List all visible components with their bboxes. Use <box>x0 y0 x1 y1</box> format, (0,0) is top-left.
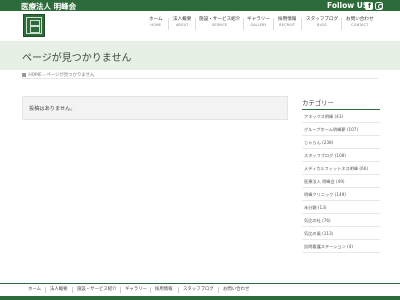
top-bar: 医療法人 明峰会 Follow US! f <box>0 0 400 11</box>
footer-link-about[interactable]: 法人概要 <box>50 286 68 292</box>
nav-label: ホーム <box>149 17 163 22</box>
nav-label: 採用情報 <box>278 17 297 22</box>
site-header: ホーム HOME 法人概要 ABOUT 施設・サービス紹介 SERVICE ギャ… <box>0 11 400 41</box>
notice-text: 投稿はありません。 <box>29 106 76 112</box>
nav-sublabel: ABOUT <box>175 23 189 27</box>
divider <box>302 200 380 201</box>
divider <box>302 135 380 136</box>
divider <box>302 122 380 123</box>
divider <box>302 174 380 175</box>
divider <box>22 78 378 79</box>
no-posts-notice: 投稿はありません。 <box>22 96 288 120</box>
nav-item-recruit[interactable]: 採用情報 RECRUIT <box>278 16 296 28</box>
page-title: ページが見つかりません <box>22 53 132 64</box>
category-link[interactable]: 訪問看護ステーション (4) <box>304 244 353 250</box>
footer-divider <box>45 287 46 293</box>
category-link[interactable]: 気比の風 (113) <box>304 231 333 237</box>
divider <box>302 148 380 149</box>
footer-bottom-band <box>0 296 400 300</box>
nav-divider <box>195 18 196 30</box>
category-link[interactable]: 明峰クリニック (149) <box>304 192 346 198</box>
page-title-bar: ページが見つかりません <box>0 41 400 70</box>
divider <box>302 213 380 214</box>
category-link[interactable]: アネックス明峰 (43) <box>304 114 343 120</box>
site-logo[interactable] <box>23 14 45 37</box>
divider <box>302 239 380 240</box>
footer-divider <box>218 287 219 293</box>
nav-label: スタッフブログ <box>306 17 339 22</box>
category-link[interactable]: じゃらん (238) <box>304 140 333 146</box>
category-link[interactable]: メディカルフィットネス明峰 (66) <box>304 166 368 172</box>
nav-label: お問い合わせ <box>346 17 374 22</box>
nav-divider <box>273 18 274 30</box>
nav-sublabel: SERVICE <box>212 23 228 27</box>
footer-divider <box>120 287 121 293</box>
footer-divider <box>72 287 73 293</box>
footer-nav: ホーム 法人概要 施設・サービス紹介 ギャラリー 採用情報 スタッフブログ お問… <box>0 284 400 294</box>
facebook-icon[interactable]: f <box>365 1 373 10</box>
nav-divider <box>243 18 244 30</box>
nav-sublabel: HOME <box>150 23 162 27</box>
nav-item-contact[interactable]: お問い合わせ CONTACT <box>346 16 374 28</box>
nav-sublabel: CONTACT <box>351 23 369 27</box>
divider <box>302 226 380 227</box>
nav-item-gallery[interactable]: ギャラリー GALLERY <box>247 16 270 28</box>
nav-sublabel: BLOG <box>317 23 328 27</box>
footer-link-service[interactable]: 施設・サービス紹介 <box>77 286 117 292</box>
category-link[interactable]: 未分類 (13) <box>304 205 327 211</box>
footer-link-home[interactable]: ホーム <box>28 286 41 292</box>
nav-divider <box>341 18 342 30</box>
nav-item-blog[interactable]: スタッフブログ BLOG <box>306 16 338 28</box>
heading-underline <box>302 109 380 110</box>
footer-link-contact[interactable]: お問い合わせ <box>223 286 249 292</box>
footer-link-recruit[interactable]: 採用情報 <box>155 286 173 292</box>
sidebar-heading: カテゴリー <box>302 99 334 107</box>
divider <box>302 161 380 162</box>
nav-label: 法人概要 <box>173 17 192 22</box>
footer-divider <box>150 287 151 293</box>
nav-divider <box>168 18 169 30</box>
nav-label: ギャラリー <box>247 17 270 22</box>
category-link[interactable]: 気比の杜 (76) <box>304 218 331 224</box>
category-link[interactable]: 医療法人 明峰会 (49) <box>304 179 345 185</box>
nav-item-about[interactable]: 法人概要 ABOUT <box>173 16 191 28</box>
nav-divider <box>301 18 302 30</box>
nav-item-home[interactable]: ホーム HOME <box>149 16 163 28</box>
instagram-icon[interactable] <box>375 1 383 10</box>
nav-sublabel: RECRUIT <box>279 23 296 27</box>
nav-label: 施設・サービス紹介 <box>199 17 241 22</box>
divider <box>302 187 380 188</box>
nav-item-service[interactable]: 施設・サービス紹介 SERVICE <box>199 16 240 28</box>
nav-sublabel: GALLERY <box>250 23 267 27</box>
footer-link-blog[interactable]: スタッフブログ <box>183 286 214 292</box>
category-link[interactable]: スタッフブログ (108) <box>304 153 346 159</box>
footer-link-gallery[interactable]: ギャラリー <box>125 286 147 292</box>
category-link[interactable]: グループホーム明峰夢 (107) <box>304 127 358 133</box>
home-icon <box>22 72 26 77</box>
divider <box>302 252 380 253</box>
footer-divider <box>178 287 179 293</box>
